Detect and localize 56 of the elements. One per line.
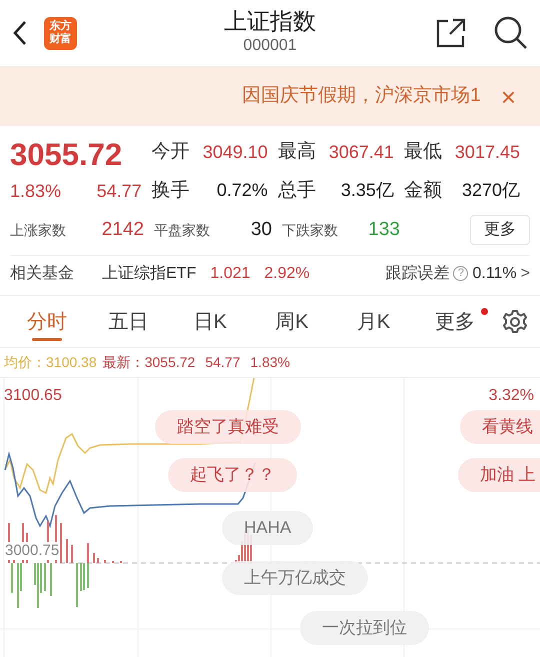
chart-tab[interactable]: 更多	[414, 296, 496, 347]
stat-label: 最低	[404, 140, 442, 164]
fund-change: 2.92%	[264, 264, 310, 284]
back-icon[interactable]	[12, 20, 28, 46]
page-title: 上证指数	[224, 7, 316, 36]
latest-change-percent: 1.83%	[250, 353, 290, 372]
stat-value: 3049.10	[202, 140, 268, 164]
current-price: 3055.72	[10, 136, 124, 174]
breadth-label: 平盘家数	[154, 220, 210, 240]
stat-label: 今开	[152, 140, 190, 164]
stat-label: 换手	[152, 178, 190, 202]
comment-bubble: 上午万亿成交	[222, 561, 368, 595]
price-axis-label: 3100.65	[4, 386, 62, 406]
change-percent: 1.83%	[10, 180, 62, 203]
change-value: 54.77	[96, 180, 142, 203]
tracking-error-value: 0.11%	[472, 264, 517, 284]
chart-tab[interactable]: 分时	[6, 296, 88, 347]
stat-value: 3017.45	[454, 140, 520, 164]
breadth-value: 133	[368, 218, 400, 242]
stat-value: 0.72%	[216, 179, 268, 202]
comment-bubble: 踏空了真难受	[155, 410, 301, 444]
stat-value: 3067.41	[328, 140, 394, 164]
latest-price: 最新：3055.72	[102, 353, 196, 372]
stat-value: 3270亿	[462, 179, 520, 202]
stat-label: 总手	[278, 178, 316, 202]
fund-price: 1.021	[210, 264, 250, 284]
chart-tab[interactable]: 日K	[169, 296, 252, 347]
app-logo: 东方 财富	[44, 16, 77, 50]
comment-bubble: 一次拉到位	[300, 611, 429, 645]
stat-label: 金额	[404, 178, 442, 202]
chart-tab[interactable]: 周K	[251, 296, 333, 347]
breadth-value: 30	[250, 218, 272, 242]
share-icon[interactable]	[436, 18, 466, 48]
stat-value: 3.35亿	[340, 179, 394, 202]
index-code: 000001	[243, 36, 297, 56]
breadth-label: 下跌家数	[282, 220, 338, 240]
chart-tab[interactable]: 五日	[88, 296, 170, 347]
tracking-error-label: 跟踪误差	[385, 264, 450, 284]
stat-label: 最高	[278, 140, 316, 164]
breadth-label: 上涨家数	[10, 220, 66, 240]
avg-price: 均价：3100.38	[4, 353, 97, 372]
price-axis-label: 3000.75	[4, 542, 60, 560]
search-icon[interactable]	[494, 16, 528, 50]
comment-bubble: 看黄线	[460, 410, 540, 444]
chart-tab[interactable]: 月K	[332, 296, 414, 347]
percent-axis-label: 3.32%	[488, 386, 534, 406]
settings-icon[interactable]	[502, 308, 528, 334]
comment-bubble: HAHA	[222, 511, 314, 545]
comment-bubble: 起飞了？？	[168, 458, 297, 492]
latest-change: 54.77	[205, 353, 240, 372]
fund-name[interactable]: 上证综指ETF	[102, 262, 196, 286]
comment-bubble: 加油 上	[458, 458, 540, 492]
chevron-icon[interactable]: >	[520, 262, 530, 286]
more-button[interactable]: 更多	[470, 215, 530, 245]
fund-label: 相关基金	[10, 264, 74, 284]
breadth-value: 2142	[102, 218, 144, 242]
